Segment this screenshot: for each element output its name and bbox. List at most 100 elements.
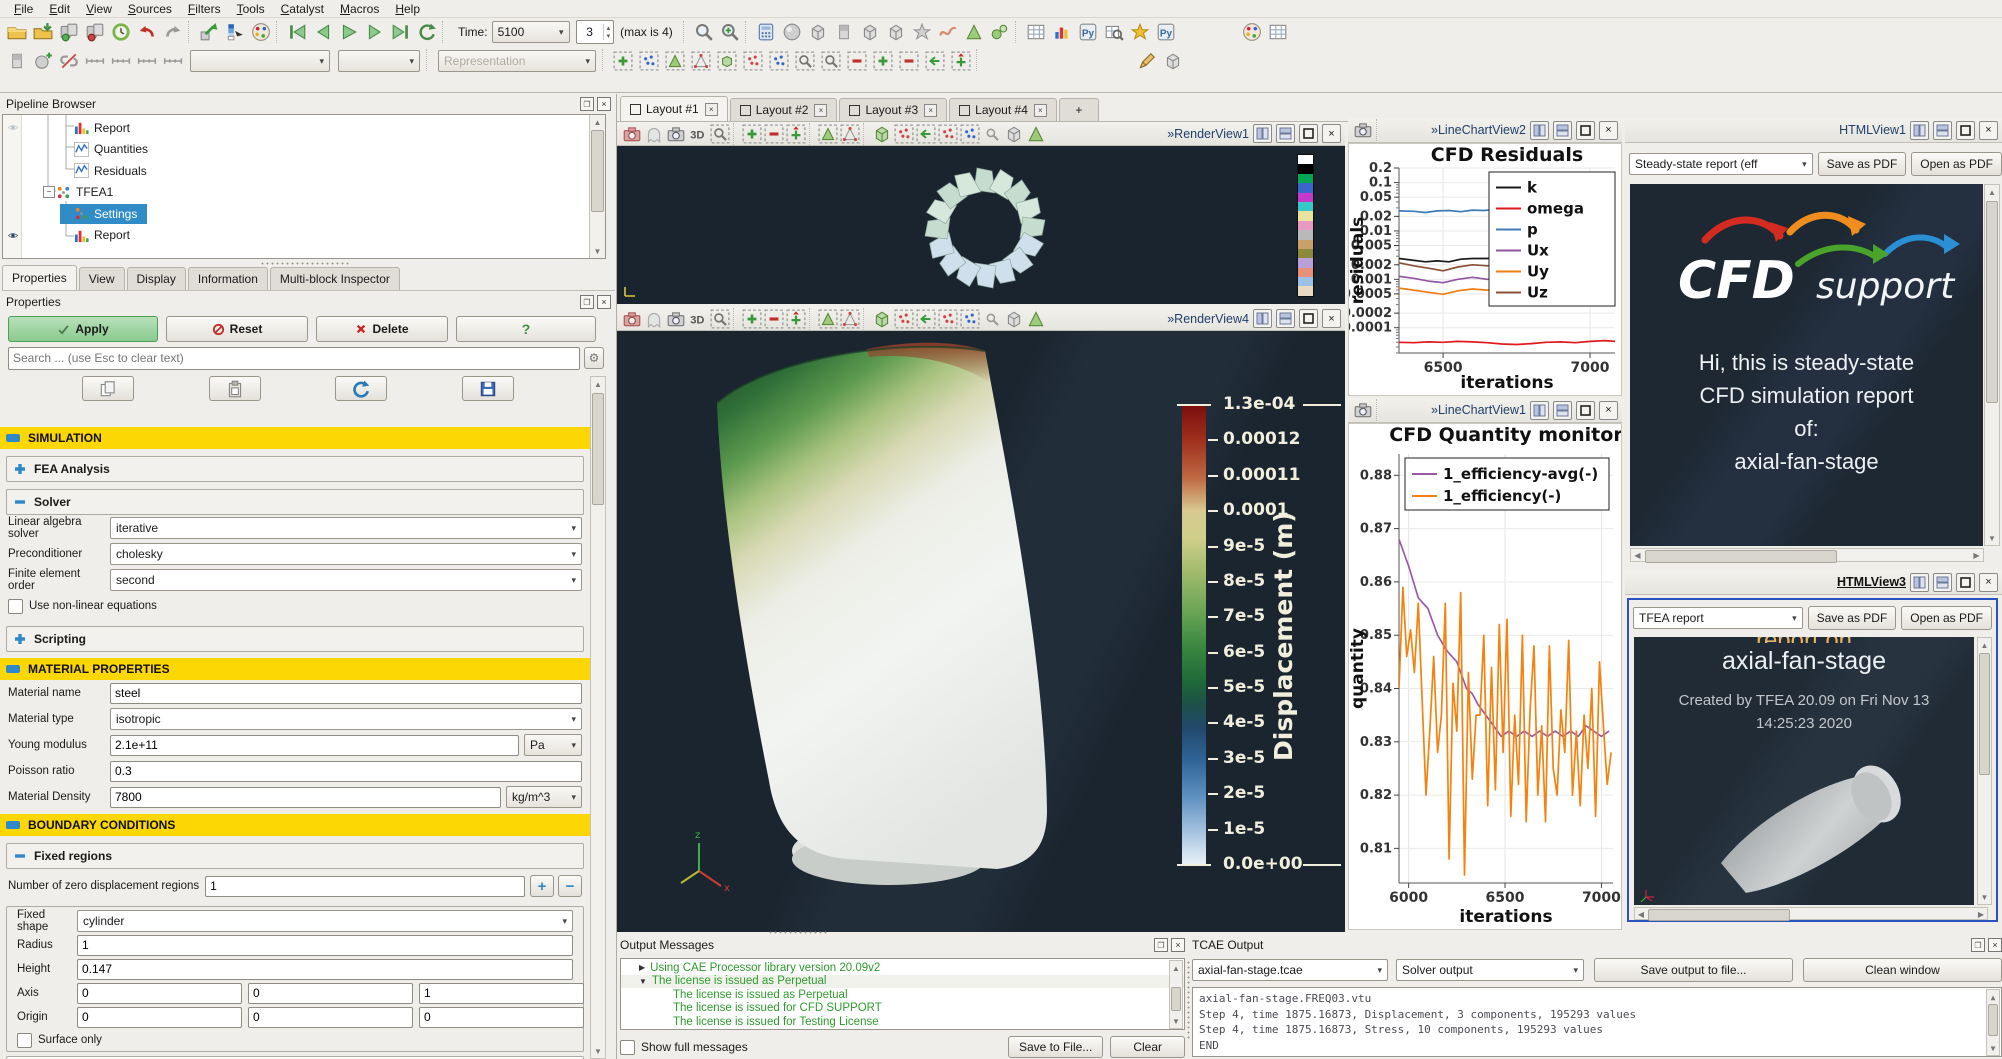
- input-axis-2[interactable]: [419, 983, 584, 1004]
- zoom-box-icon[interactable]: [709, 307, 731, 331]
- linechartview2-close-icon[interactable]: ×: [1599, 121, 1618, 140]
- adjust-color-map-icon[interactable]: [222, 20, 248, 44]
- htmlview1-report[interactable]: CFDsupportHi, this is steady-stateCFD si…: [1630, 184, 1983, 546]
- stream-tracer-icon[interactable]: [935, 20, 961, 44]
- camera-link-icon[interactable]: [839, 307, 861, 331]
- float-panel-icon[interactable]: ❐: [580, 97, 594, 111]
- input-poisson-ratio[interactable]: [110, 761, 582, 782]
- scale-annotation-icon[interactable]: [785, 307, 807, 331]
- warp-icon[interactable]: [961, 20, 987, 44]
- tcae-console[interactable]: axial-fan-stage.FREQ03.vtuStep 4, time 1…: [1192, 987, 2002, 1057]
- checkbox-surface-only[interactable]: [17, 1033, 32, 1048]
- select-block-icon[interactable]: [714, 49, 740, 73]
- group-scripting[interactable]: Scripting: [6, 626, 584, 652]
- input-origin-2[interactable]: [419, 1007, 584, 1028]
- htmlview3-maximize-icon[interactable]: [1956, 573, 1975, 592]
- add-region-button[interactable]: +: [530, 875, 554, 897]
- htmlview1-maximize-icon[interactable]: [1956, 121, 1975, 140]
- messages-scrollbar[interactable]: ▲▼: [1169, 960, 1183, 1029]
- htmlview1-close-icon[interactable]: ×: [1979, 121, 1998, 140]
- input-origin-1[interactable]: [248, 1007, 413, 1028]
- htmlview1-split-vertical-icon[interactable]: [1933, 121, 1952, 140]
- input-axis-1[interactable]: [248, 983, 413, 1004]
- htmlview1-vscrollbar[interactable]: ▲▼: [1984, 184, 2000, 546]
- first-frame-icon[interactable]: [284, 20, 310, 44]
- renderview1-split-vertical-icon[interactable]: [1276, 124, 1295, 143]
- tcae-stream-select[interactable]: Solver output▾: [1396, 959, 1584, 981]
- group-solver[interactable]: Solver: [6, 489, 584, 515]
- input-number-of-regions[interactable]: [205, 876, 525, 897]
- menu-macros[interactable]: Macros: [332, 1, 387, 17]
- htmlview3-report-select[interactable]: TFEA report▾: [1633, 607, 1803, 629]
- scale-annotation-icon[interactable]: [785, 122, 807, 146]
- zoom-box-icon[interactable]: [709, 122, 731, 146]
- linechartview1-split-horizontal-icon[interactable]: [1530, 401, 1549, 420]
- group-fixed-regions[interactable]: Fixed regions: [6, 843, 584, 869]
- message-row[interactable]: ▼The license is issued as Perpetual: [621, 975, 1184, 989]
- menu-help[interactable]: Help: [387, 1, 428, 17]
- ruler-visibility-icon[interactable]: [160, 49, 186, 73]
- layout-tab-1[interactable]: Layout #1×: [620, 96, 728, 121]
- float-panel-icon[interactable]: ❐: [580, 295, 594, 309]
- back-view-icon[interactable]: [915, 307, 937, 331]
- color-palette-icon[interactable]: [248, 20, 274, 44]
- copy-properties-button[interactable]: [82, 376, 134, 401]
- pipeline-item-quantities[interactable]: Quantities: [3, 139, 605, 160]
- hover-points-icon[interactable]: [818, 49, 844, 73]
- close-panel-icon[interactable]: ×: [597, 97, 611, 111]
- reset-session-icon[interactable]: [108, 20, 134, 44]
- search-options-gear-icon[interactable]: ⚙: [584, 347, 604, 369]
- zoom-to-data-icon[interactable]: [691, 20, 717, 44]
- menu-tools[interactable]: Tools: [229, 1, 273, 17]
- tab-properties[interactable]: Properties: [2, 265, 77, 290]
- close-panel-icon[interactable]: ×: [597, 295, 611, 309]
- save-output-button[interactable]: Save output to file...: [1594, 958, 1793, 982]
- select-points-icon[interactable]: [959, 307, 981, 331]
- undo-icon[interactable]: [134, 20, 160, 44]
- splitter-handle[interactable]: [1186, 960, 1191, 1040]
- select-cells-rect-icon[interactable]: [610, 49, 636, 73]
- time-value-dropdown[interactable]: 5100▾: [492, 21, 570, 43]
- renderview4-split-vertical-icon[interactable]: [1276, 309, 1295, 328]
- pipeline-item-report[interactable]: Report: [3, 117, 605, 138]
- show-full-messages-checkbox[interactable]: [620, 1040, 635, 1055]
- renderview1-viewport[interactable]: [617, 146, 1345, 304]
- camera-link-icon[interactable]: [839, 122, 861, 146]
- htmlview1-hscrollbar[interactable]: ◀▶: [1630, 548, 1984, 562]
- expanded-arrow-icon[interactable]: ▼: [639, 977, 647, 986]
- remove-annotation-icon[interactable]: [763, 307, 785, 331]
- tab-multi-block-inspector[interactable]: Multi-block Inspector: [270, 267, 400, 290]
- htmlview3-hscrollbar[interactable]: ◀▶: [1634, 907, 1988, 920]
- layout-tab-3[interactable]: Layout #3×: [839, 98, 947, 121]
- clean-window-button[interactable]: Clean window: [1803, 958, 2002, 982]
- htmlview1-save-pdf-button[interactable]: Save as PDF: [1818, 152, 1907, 176]
- pipeline-item-report-2[interactable]: Report: [3, 225, 605, 246]
- tab-display[interactable]: Display: [127, 267, 186, 290]
- save-defaults-button[interactable]: [462, 376, 514, 401]
- zoom-closest-icon[interactable]: [717, 20, 743, 44]
- adjust-camera-icon[interactable]: [1160, 49, 1186, 73]
- checkbox-use-non-linear-equations[interactable]: [8, 599, 23, 614]
- export-view-icon[interactable]: [643, 307, 665, 331]
- frame-spinner-arrows[interactable]: ▴▾: [603, 24, 614, 40]
- reset-center-icon[interactable]: [948, 49, 974, 73]
- save-data-icon[interactable]: [30, 20, 56, 44]
- help-button[interactable]: ?: [456, 316, 596, 342]
- calculator-icon[interactable]: [753, 20, 779, 44]
- close-tab-icon[interactable]: ×: [814, 104, 827, 117]
- export-scene-icon[interactable]: [621, 307, 643, 331]
- hover-cells-icon[interactable]: [792, 49, 818, 73]
- menu-sources[interactable]: Sources: [120, 1, 180, 17]
- capture-screenshot-icon[interactable]: [665, 122, 687, 146]
- scatter-view-icon[interactable]: [937, 307, 959, 331]
- visibility-eye-icon[interactable]: [5, 122, 20, 133]
- select-cells-polygon-icon[interactable]: [662, 49, 688, 73]
- visibility-eye-icon[interactable]: [5, 230, 20, 241]
- htmlview3-open-pdf-button[interactable]: Open as PDF: [1901, 606, 1992, 630]
- add-annotation-icon[interactable]: [741, 122, 763, 146]
- select-finite-element-order[interactable]: second▾: [110, 569, 582, 591]
- interactive-select-points-icon[interactable]: [766, 49, 792, 73]
- panel-splitter[interactable]: [260, 261, 350, 265]
- open-data-icon[interactable]: [4, 20, 30, 44]
- pipeline-item-settings[interactable]: Settings: [3, 203, 605, 224]
